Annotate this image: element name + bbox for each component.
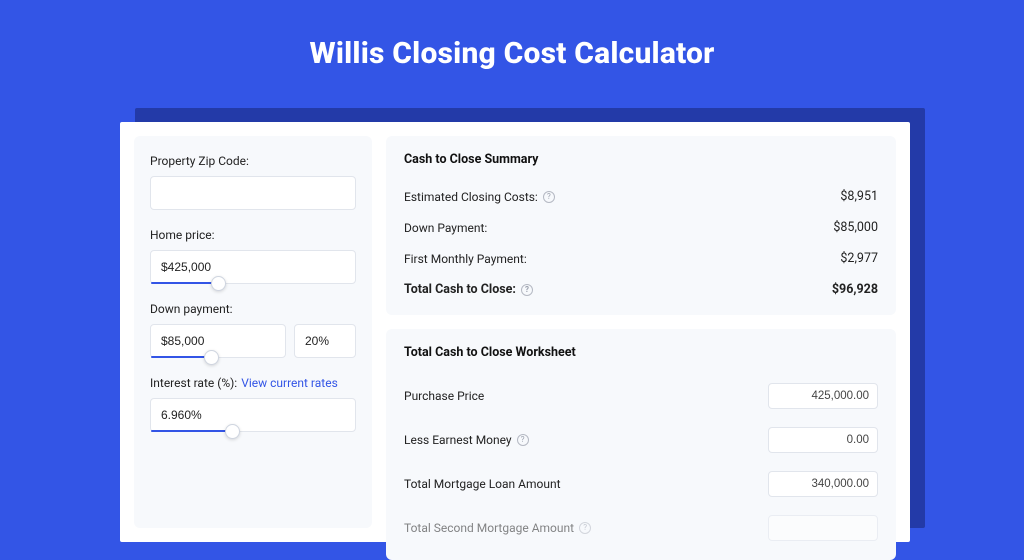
down-payment-field: Down payment: <box>150 302 356 358</box>
worksheet-row-second-mortgage: Total Second Mortgage Amount ? <box>404 506 878 550</box>
interest-rate-track <box>151 430 233 432</box>
summary-row-down-payment: Down Payment: $85,000 <box>404 212 878 243</box>
summary-value: $2,977 <box>840 251 878 266</box>
down-payment-label: Down payment: <box>150 302 356 316</box>
down-payment-track <box>151 356 212 358</box>
worksheet-label: Purchase Price <box>404 389 484 403</box>
main-column: Cash to Close Summary Estimated Closing … <box>386 136 896 528</box>
summary-row-first-monthly: First Monthly Payment: $2,977 <box>404 243 878 274</box>
worksheet-second-mortgage-input[interactable] <box>768 515 878 541</box>
summary-label: Down Payment: <box>404 221 487 235</box>
summary-total-label: Total Cash to Close: <box>404 282 516 297</box>
worksheet-earnest-money-input[interactable] <box>768 427 878 453</box>
summary-row-closing-costs: Estimated Closing Costs: ? $8,951 <box>404 181 878 212</box>
summary-row-total: Total Cash to Close: ? $96,928 <box>404 274 878 305</box>
interest-rate-input[interactable] <box>150 398 356 432</box>
zip-field: Property Zip Code: <box>150 154 356 210</box>
summary-label: First Monthly Payment: <box>404 252 527 266</box>
home-price-track <box>151 282 219 284</box>
worksheet-purchase-price-input[interactable] <box>768 383 878 409</box>
cash-to-close-summary-card: Cash to Close Summary Estimated Closing … <box>386 136 896 315</box>
worksheet-label: Total Mortgage Loan Amount <box>404 477 561 491</box>
interest-rate-label: Interest rate (%): <box>150 376 237 390</box>
worksheet-row-earnest-money: Less Earnest Money ? <box>404 418 878 462</box>
home-price-input[interactable] <box>150 250 356 284</box>
worksheet-row-purchase-price: Purchase Price <box>404 374 878 418</box>
help-icon[interactable]: ? <box>579 522 591 534</box>
summary-total-value: $96,928 <box>832 282 878 297</box>
cash-to-close-worksheet-card: Total Cash to Close Worksheet Purchase P… <box>386 329 896 560</box>
inputs-sidebar: Property Zip Code: Home price: Down paym… <box>134 136 372 528</box>
interest-rate-field: Interest rate (%): View current rates <box>150 376 356 432</box>
home-price-label: Home price: <box>150 228 356 242</box>
help-icon[interactable]: ? <box>521 284 533 296</box>
worksheet-label: Less Earnest Money <box>404 433 512 447</box>
home-price-field: Home price: <box>150 228 356 284</box>
down-payment-slider-knob[interactable] <box>204 350 219 365</box>
help-icon[interactable]: ? <box>543 191 555 203</box>
page-title: Willis Closing Cost Calculator <box>0 0 1024 95</box>
summary-heading: Cash to Close Summary <box>404 152 878 167</box>
interest-rate-slider-knob[interactable] <box>225 424 240 439</box>
summary-value: $85,000 <box>833 220 878 235</box>
down-payment-percent-input[interactable] <box>294 324 356 358</box>
worksheet-row-mortgage-loan: Total Mortgage Loan Amount <box>404 462 878 506</box>
calculator-panel: Property Zip Code: Home price: Down paym… <box>120 122 910 542</box>
summary-label: Estimated Closing Costs: <box>404 190 538 204</box>
worksheet-heading: Total Cash to Close Worksheet <box>404 345 878 360</box>
view-current-rates-link[interactable]: View current rates <box>241 376 338 390</box>
worksheet-label: Total Second Mortgage Amount <box>404 521 574 535</box>
help-icon[interactable]: ? <box>517 434 529 446</box>
zip-label: Property Zip Code: <box>150 154 356 168</box>
zip-input[interactable] <box>150 176 356 210</box>
summary-value: $8,951 <box>840 189 878 204</box>
home-price-slider-knob[interactable] <box>211 276 226 291</box>
worksheet-mortgage-loan-input[interactable] <box>768 471 878 497</box>
